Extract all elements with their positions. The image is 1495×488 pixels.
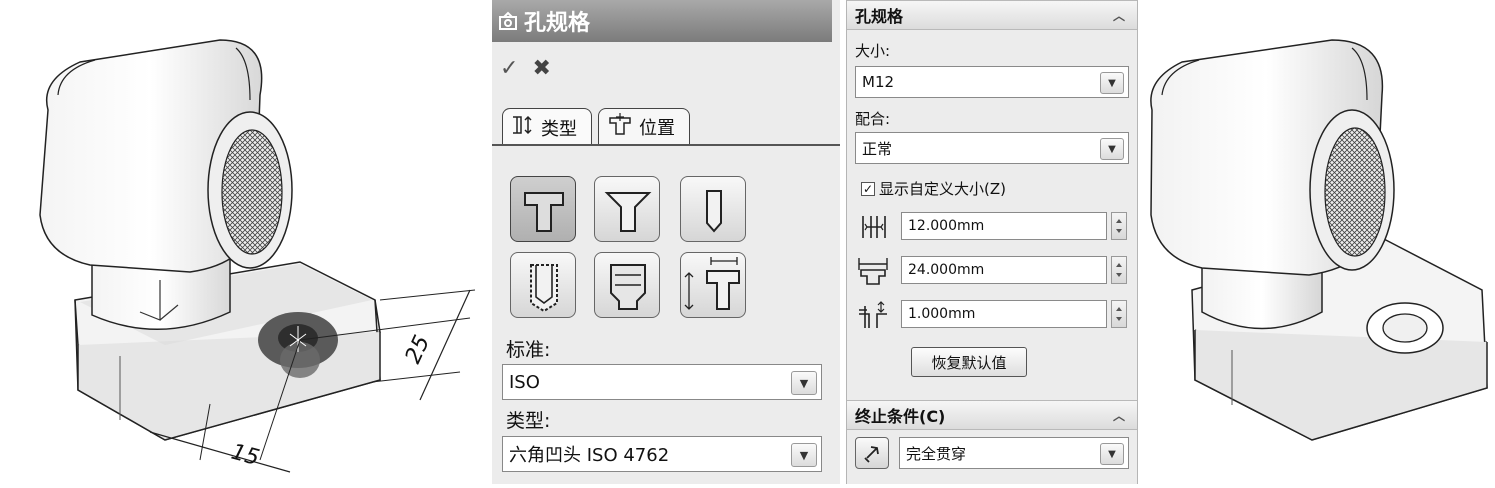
tapped-hole-icon	[530, 264, 558, 313]
standard-label: 标准:	[506, 339, 551, 361]
type-value: 六角凹头 ISO 4762	[509, 445, 670, 466]
model-after-drawing	[1150, 39, 1488, 441]
collapse-chevron-icon[interactable]: ︿	[1113, 407, 1125, 424]
chevron-down-icon[interactable]: ▼	[791, 371, 817, 395]
counterbore-diameter-row: 24.000mm	[855, 256, 1131, 286]
cancel-button[interactable]: ✖	[532, 58, 550, 80]
hole-spec-section-header[interactable]: 孔规格 ︿	[847, 0, 1137, 30]
tapped-hole-button[interactable]	[510, 252, 576, 318]
through-hole-diameter-icon	[862, 216, 886, 238]
counterbore-diameter-spinner[interactable]	[1111, 256, 1127, 284]
reverse-direction-icon	[864, 446, 879, 463]
show-custom-size-label: 显示自定义大小(Z)	[879, 180, 1006, 198]
model-view-before[interactable]: 15 25	[0, 0, 505, 484]
counterbore-depth-icon	[859, 301, 887, 328]
hole-wizard-icon	[498, 11, 518, 31]
type-label: 类型:	[506, 410, 551, 432]
show-custom-size-checkbox[interactable]: ✓	[861, 181, 875, 196]
hole-wizard-panel: 孔规格 ✓ ✖ 类型 位置 标准: ISO ▼ 类型: 六角凹头 ISO 476…	[492, 0, 840, 484]
countersink-icon	[604, 192, 652, 232]
end-condition-value: 完全贯穿	[906, 444, 967, 463]
position-tab-icon	[607, 112, 633, 141]
counterbore-diameter-icon	[858, 258, 888, 285]
pipe-tap-icon	[610, 264, 646, 310]
standard-select[interactable]: ISO ▼	[502, 364, 822, 400]
counterbore-button[interactable]	[510, 176, 576, 242]
ok-button[interactable]: ✓	[500, 58, 518, 80]
chevron-down-icon[interactable]: ▼	[1100, 72, 1124, 94]
hole-spec-section-title: 孔规格	[855, 7, 904, 26]
hole-wizard-titlebar: 孔规格	[492, 0, 832, 42]
fit-value: 正常	[862, 139, 893, 158]
model-view-after[interactable]	[1137, 0, 1495, 484]
standard-value: ISO	[509, 371, 540, 393]
type-select[interactable]: 六角凹头 ISO 4762 ▼	[502, 436, 822, 472]
simple-hole-button[interactable]	[680, 176, 746, 242]
counterbore-depth-input[interactable]: 1.000mm	[901, 300, 1107, 328]
restore-defaults-button[interactable]: 恢复默认值	[911, 347, 1027, 377]
chevron-down-icon[interactable]: ▼	[791, 443, 817, 467]
reverse-direction-button[interactable]	[855, 437, 889, 469]
chevron-down-icon[interactable]: ▼	[1100, 138, 1124, 160]
tab-position-label: 位置	[639, 117, 675, 139]
fit-label: 配合:	[855, 110, 891, 128]
size-value: M12	[862, 73, 895, 91]
countersink-button[interactable]	[594, 176, 660, 242]
hole-wizard-title: 孔规格	[524, 11, 591, 36]
through-diameter-spinner[interactable]	[1111, 212, 1127, 240]
tab-underline	[492, 144, 840, 146]
tab-type[interactable]: 类型	[502, 108, 592, 146]
tab-position[interactable]: 位置	[598, 108, 690, 144]
counterbore-depth-row: 1.000mm	[855, 300, 1131, 330]
show-custom-size-row[interactable]: ✓ 显示自定义大小(Z)	[861, 178, 1006, 199]
chevron-down-icon[interactable]: ▼	[1100, 443, 1124, 465]
end-condition-select[interactable]: 完全贯穿 ▼	[899, 437, 1129, 469]
simple-hole-icon	[706, 190, 722, 233]
end-condition-title: 终止条件(C)	[855, 407, 946, 426]
model-before-drawing: 15 25	[39, 39, 476, 473]
dimension-15[interactable]: 15	[228, 440, 262, 471]
through-diameter-row: 12.000mm	[855, 212, 1131, 242]
pipe-tap-button[interactable]	[594, 252, 660, 318]
through-diameter-input[interactable]: 12.000mm	[901, 212, 1107, 240]
collapse-chevron-icon[interactable]: ︿	[1113, 7, 1125, 24]
type-tab-icon	[511, 114, 535, 141]
size-label: 大小:	[855, 42, 891, 60]
dimension-25[interactable]: 25	[401, 332, 435, 368]
counterbore-icon	[524, 192, 564, 232]
end-condition-section-header[interactable]: 终止条件(C) ︿	[847, 400, 1137, 430]
counterbore-depth-spinner[interactable]	[1111, 300, 1127, 328]
counterbore-diameter-input[interactable]: 24.000mm	[901, 256, 1107, 284]
legacy-hole-icon	[684, 257, 740, 310]
legacy-hole-button[interactable]	[680, 252, 746, 318]
fit-select[interactable]: 正常 ▼	[855, 132, 1129, 164]
size-select[interactable]: M12 ▼	[855, 66, 1129, 98]
tab-type-label: 类型	[541, 118, 577, 140]
hole-spec-panel: 孔规格 ︿ 大小: M12 ▼ 配合: 正常 ▼ ✓ 显示自定义大小(Z) 12…	[846, 0, 1138, 484]
